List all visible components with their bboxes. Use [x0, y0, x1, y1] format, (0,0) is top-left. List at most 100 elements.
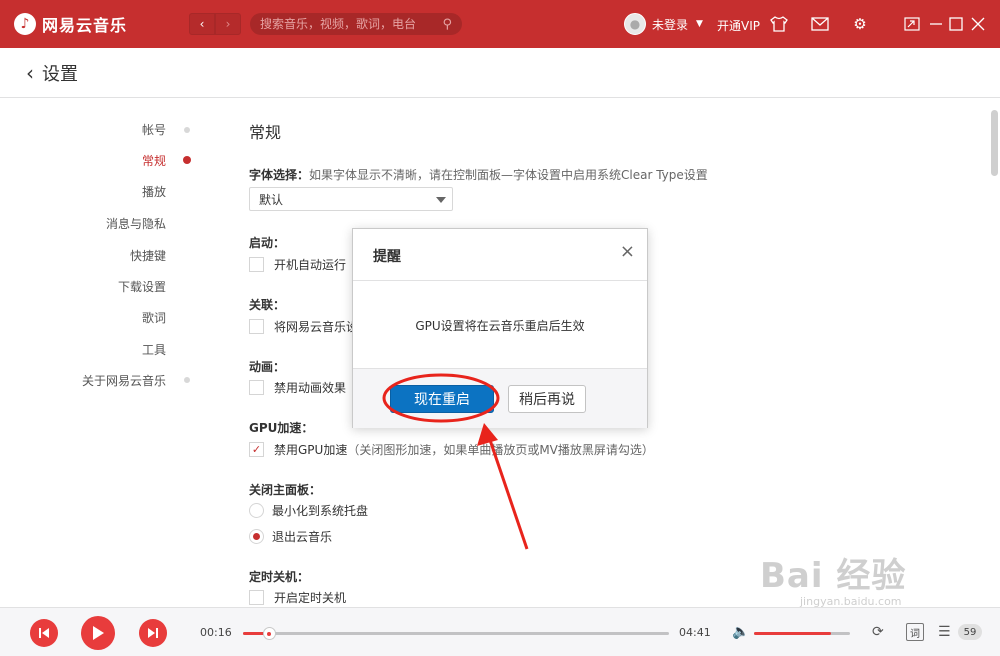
animation-checkbox[interactable] [249, 380, 264, 395]
maximize-icon[interactable] [946, 14, 966, 34]
sidebar-item-account[interactable]: 帐号 [142, 121, 166, 138]
avatar[interactable]: ● [624, 13, 646, 35]
radio-exit-selected[interactable] [249, 529, 264, 544]
sidebar-item-privacy[interactable]: 消息与隐私 [106, 215, 166, 232]
timer-row[interactable]: 开启定时关机 [249, 589, 346, 606]
font-setting-label: 字体选择：如果字体显示不清晰，请在控制面板—字体设置中启用系统Clear Typ… [249, 166, 708, 183]
player-bar: 00:16 04:41 🔈 ⟳ 词 ☰ 59 [0, 607, 1000, 656]
font-select-value: 默认 [259, 192, 284, 207]
sidebar-dot [184, 377, 190, 383]
repeat-mode-icon[interactable]: ⟳ [872, 624, 884, 640]
mail-icon[interactable] [810, 14, 830, 34]
title-bar: ♪ 网易云音乐 ‹ › ⚲ ● 未登录 ▼ 开通VIP ⚙ [0, 0, 1000, 48]
dialog-footer: 现在重启 稍后再说 [353, 368, 647, 428]
back-arrow-icon[interactable]: ‹ [26, 61, 34, 85]
close-window-icon[interactable] [968, 14, 988, 34]
dialog-header: 提醒 × [353, 229, 647, 281]
play-button[interactable] [81, 616, 115, 650]
close-option-exit-label[interactable]: 退出云音乐 [272, 528, 332, 545]
gpu-hint: （关闭图形加速，如果单曲播放页或MV播放黑屏请勾选） [347, 443, 654, 457]
sidebar-item-shortcuts[interactable]: 快捷键 [130, 247, 166, 264]
font-select[interactable]: 默认 [249, 187, 453, 211]
close-icon[interactable]: × [620, 243, 635, 261]
lyrics-button[interactable]: 词 [906, 623, 924, 641]
timer-checkbox[interactable] [249, 590, 264, 605]
restart-now-button[interactable]: 现在重启 [390, 385, 494, 413]
user-name[interactable]: 未登录 [652, 16, 688, 33]
sidebar-dot [184, 127, 190, 133]
volume-fill [754, 632, 831, 635]
playlist-count-badge[interactable]: 59 [958, 624, 982, 640]
search-box[interactable]: ⚲ [250, 13, 462, 35]
search-input[interactable] [260, 17, 443, 31]
close-option-exit[interactable]: 退出云音乐 [249, 528, 332, 545]
progress-knob[interactable] [262, 627, 276, 640]
progress-bar[interactable] [243, 627, 669, 640]
font-desc: 如果字体显示不清晰，请在控制面板—字体设置中启用系统Clear Type设置 [309, 168, 708, 182]
total-time: 04:41 [679, 626, 711, 639]
user-menu[interactable]: ● 未登录 ▼ [624, 13, 703, 35]
dropdown-arrow-icon [436, 197, 446, 203]
previous-track-button[interactable] [30, 619, 58, 647]
caret-down-icon[interactable]: ▼ [696, 19, 703, 29]
gpu-label: GPU加速： [249, 421, 314, 435]
dialog-title: 提醒 [373, 249, 401, 265]
back-nav-button[interactable]: ‹ [189, 13, 215, 35]
volume-bar[interactable] [754, 632, 850, 635]
page-header: ‹ 设置 [0, 48, 1000, 98]
page-title: 设置 [42, 63, 78, 85]
animation-label: 动画： [249, 360, 286, 374]
mini-mode-icon[interactable] [902, 14, 922, 34]
current-time: 00:16 [200, 626, 232, 639]
timer-label: 定时关机： [249, 570, 310, 584]
forward-nav-button[interactable]: › [215, 13, 241, 35]
sidebar-item-about[interactable]: 关于网易云音乐 [82, 372, 166, 389]
skin-icon[interactable] [769, 14, 789, 34]
sidebar-item-general[interactable]: 常规 [142, 152, 166, 169]
app-name: 网易云音乐 [42, 16, 128, 35]
history-nav: ‹ › [189, 13, 241, 35]
startup-option[interactable]: 开机自动运行 [274, 256, 346, 273]
gpu-option-text: 禁用GPU加速 [274, 443, 348, 457]
gpu-row[interactable]: ✓ 禁用GPU加速（关闭图形加速，如果单曲播放页或MV播放黑屏请勾选） [249, 441, 654, 458]
sidebar-item-tools[interactable]: 工具 [142, 341, 166, 358]
sidebar-item-playback[interactable]: 播放 [142, 183, 166, 200]
settings-sidebar: 帐号 常规 播放 消息与隐私 快捷键 下载设置 歌词 工具 关于网易云音乐 [0, 99, 200, 607]
gear-icon[interactable]: ⚙ [850, 14, 870, 34]
app-logo[interactable]: ♪ 网易云音乐 [14, 12, 127, 36]
watermark: Bai 经验 jingyan.baidu.com [760, 548, 906, 608]
volume-icon[interactable]: 🔈 [732, 624, 749, 640]
sidebar-item-lyrics[interactable]: 歌词 [142, 309, 166, 326]
font-label: 字体选择： [249, 168, 310, 182]
assoc-label: 关联： [249, 298, 286, 312]
gpu-checkbox-checked[interactable]: ✓ [249, 442, 264, 457]
assoc-row[interactable]: 将网易云音乐设 [249, 318, 358, 335]
restart-later-button[interactable]: 稍后再说 [508, 385, 586, 413]
section-title: 常规 [249, 123, 282, 142]
next-track-button[interactable] [139, 619, 167, 647]
radio-selected-dot [253, 533, 260, 540]
timer-option[interactable]: 开启定时关机 [274, 589, 346, 606]
scrollbar-thumb[interactable] [991, 110, 998, 176]
close-panel-label: 关闭主面板： [249, 483, 322, 497]
netease-music-logo-icon: ♪ [14, 13, 36, 35]
search-icon[interactable]: ⚲ [442, 17, 452, 32]
startup-row[interactable]: 开机自动运行 [249, 256, 346, 273]
playlist-icon[interactable]: ☰ [938, 624, 951, 640]
assoc-option[interactable]: 将网易云音乐设 [274, 318, 358, 335]
animation-row[interactable]: 禁用动画效果 [249, 379, 346, 396]
assoc-checkbox[interactable] [249, 319, 264, 334]
startup-checkbox[interactable] [249, 257, 264, 272]
dialog-message: GPU设置将在云音乐重启后生效 [415, 319, 585, 333]
radio-minimize[interactable] [249, 503, 264, 518]
startup-label: 启动： [249, 236, 286, 250]
animation-option[interactable]: 禁用动画效果 [274, 379, 346, 396]
close-option-minimize[interactable]: 最小化到系统托盘 [249, 502, 368, 519]
gpu-option[interactable]: 禁用GPU加速（关闭图形加速，如果单曲播放页或MV播放黑屏请勾选） [274, 441, 654, 458]
sidebar-dot-active [183, 156, 191, 164]
vip-link[interactable]: 开通VIP [717, 17, 760, 34]
close-option-minimize-label[interactable]: 最小化到系统托盘 [272, 502, 368, 519]
sidebar-item-download[interactable]: 下载设置 [118, 278, 166, 295]
reminder-dialog: 提醒 × GPU设置将在云音乐重启后生效 现在重启 稍后再说 [352, 228, 648, 428]
minimize-icon[interactable] [926, 14, 946, 34]
